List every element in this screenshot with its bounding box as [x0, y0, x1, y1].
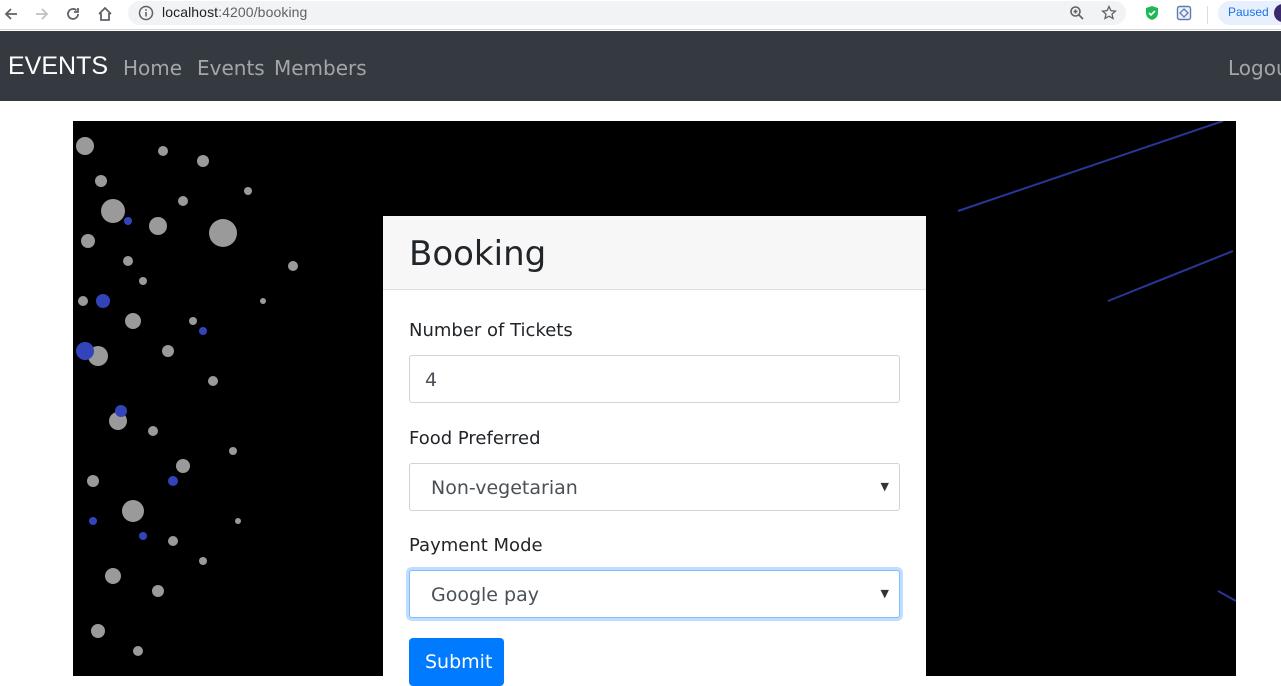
tickets-value: 4 [425, 369, 438, 391]
tickets-input[interactable]: 4 [409, 355, 900, 403]
url-host: localhost [162, 4, 219, 20]
chevron-down-icon: ▼ [880, 587, 889, 600]
chevron-down-icon: ▼ [880, 480, 889, 493]
home-icon[interactable] [94, 3, 116, 25]
profile-status: Paused [1228, 5, 1269, 19]
payment-label: Payment Mode [409, 535, 543, 556]
payment-selected-value: Google pay [431, 584, 539, 606]
food-label: Food Preferred [409, 428, 541, 449]
profile-button[interactable]: Paused [1218, 1, 1281, 25]
url-text: localhost:4200/booking [162, 4, 307, 20]
food-select[interactable]: Non-vegetarian ▼ [409, 463, 900, 511]
nav-link-members[interactable]: Members [274, 56, 367, 80]
booking-card: Booking Number of Tickets 4 Food Preferr… [383, 216, 926, 686]
toolbar-divider [1207, 6, 1208, 24]
url-path: :4200/booking [218, 4, 308, 20]
nav-link-events[interactable]: Events [197, 56, 265, 80]
bookmark-star-icon[interactable] [1100, 4, 1118, 22]
page-title: Booking [409, 234, 547, 274]
info-icon[interactable] [138, 5, 154, 25]
tickets-label: Number of Tickets [409, 320, 573, 341]
browser-toolbar: localhost:4200/booking Paused [0, 0, 1281, 30]
app-navbar: EVENTS Home Events Members Logout [0, 31, 1281, 101]
logout-link[interactable]: Logout [1228, 56, 1281, 80]
forward-arrow-icon[interactable] [31, 3, 53, 25]
shield-extension-icon[interactable] [1143, 4, 1161, 22]
food-selected-value: Non-vegetarian [431, 477, 578, 499]
nav-link-home[interactable]: Home [123, 56, 182, 80]
avatar [1274, 4, 1281, 22]
brand-logo[interactable]: EVENTS [8, 52, 108, 81]
reload-icon[interactable] [62, 3, 84, 25]
payment-select[interactable]: Google pay ▼ [409, 570, 900, 618]
extension-icon[interactable] [1175, 4, 1193, 22]
address-bar[interactable]: localhost:4200/booking [128, 1, 1126, 25]
card-header: Booking [383, 216, 926, 290]
back-arrow-icon[interactable] [0, 3, 22, 25]
submit-button[interactable]: Submit [409, 638, 504, 686]
zoom-icon[interactable] [1068, 4, 1086, 22]
submit-label: Submit [425, 651, 493, 673]
